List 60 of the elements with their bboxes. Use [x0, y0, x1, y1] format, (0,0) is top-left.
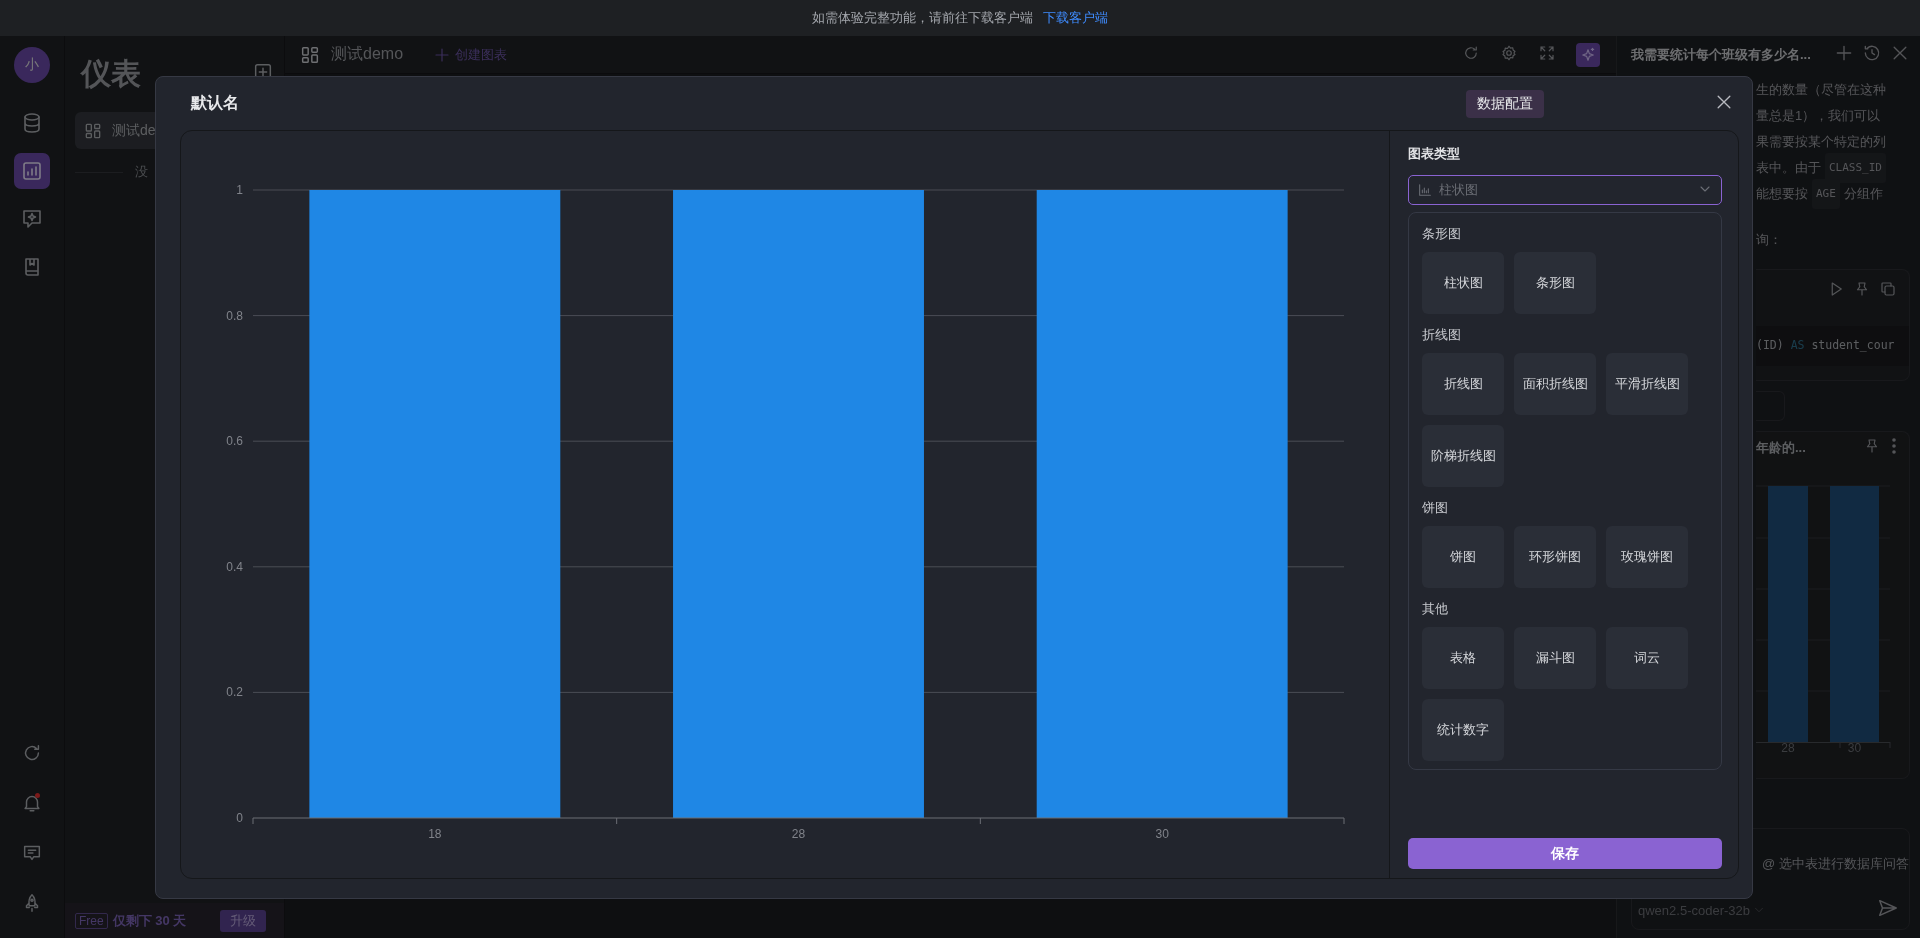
dashboard-name: 测试demo: [331, 44, 404, 64]
section-title: 图表类型: [1408, 145, 1461, 163]
chart-type-option[interactable]: 词云: [1606, 627, 1688, 689]
tab[interactable]: 数据配置: [1466, 89, 1544, 118]
empty-text: 没: [135, 163, 148, 181]
copy-icon[interactable]: [1879, 280, 1897, 298]
trial-remaining: 仅剩下 30 天: [112, 911, 187, 930]
y-tick-label: 1: [236, 183, 243, 197]
x-tick-label: 28: [791, 827, 806, 841]
banner-message: 如需体验完整功能，请前往下载客户端: [812, 9, 1033, 27]
group-label: 其他: [1422, 600, 1449, 618]
sparkle-icon: [1579, 45, 1597, 64]
save-button[interactable]: 保存: [1408, 838, 1722, 869]
chat-title: 我需要统计每个班级有多少名...: [1631, 45, 1812, 64]
y-tick-label: 0.4: [226, 559, 243, 574]
group-label: 饼图: [1422, 499, 1449, 517]
chart-type-option[interactable]: 条形图: [1514, 252, 1596, 314]
answer-text: 果需要按某个特定的列: [1756, 133, 1886, 151]
chart-type-option[interactable]: 统计数字: [1422, 699, 1504, 761]
chart-type-option[interactable]: 平滑折线图: [1606, 353, 1688, 415]
chart-type-option[interactable]: 环形饼图: [1514, 526, 1596, 588]
chart-title: 年龄的...: [1756, 439, 1807, 457]
answer-text: 分组作: [1843, 185, 1883, 203]
x-tick-label: 18: [428, 827, 442, 841]
bar-chart-icon: [20, 159, 44, 183]
y-tick-label: 0: [236, 811, 243, 825]
inline-code: CLASS_ID: [1825, 153, 1886, 183]
more-icon[interactable]: [1891, 437, 1897, 455]
chart-type-option[interactable]: 玫瑰饼图: [1606, 526, 1688, 588]
answer-text: 询：: [1756, 231, 1782, 249]
y-tick-label: 0.6: [226, 434, 243, 449]
chart-type-option[interactable]: 折线图: [1422, 353, 1504, 415]
y-tick-label: 0.8: [226, 308, 243, 323]
y-tick-label: 0.2: [226, 685, 243, 700]
chart-type-option[interactable]: 表格: [1422, 627, 1504, 689]
settings-icon[interactable]: [1500, 43, 1518, 62]
dialog-title: 默认名: [191, 93, 239, 113]
answer-text: 表中。由于: [1756, 159, 1821, 177]
chart-type-option[interactable]: 饼图: [1422, 526, 1504, 588]
group-label: 折线图: [1422, 326, 1462, 344]
send-icon[interactable]: [1877, 897, 1899, 919]
chart-type-option[interactable]: 阶梯折线图: [1422, 425, 1504, 487]
fullscreen-icon[interactable]: [1538, 43, 1556, 62]
answer-text: 量总是1），我们可以: [1756, 107, 1881, 125]
refresh-icon[interactable]: [1462, 43, 1480, 62]
bar-chart-icon: [1417, 182, 1433, 198]
chart-type-option[interactable]: 柱状图: [1422, 252, 1504, 314]
chart-type-option[interactable]: 面积折线图: [1514, 353, 1596, 415]
plan-badge: Free: [75, 912, 108, 929]
x-tick-label: 30: [1155, 827, 1169, 841]
page-title: 仪表: [81, 55, 141, 92]
answer-text: 能想要按: [1756, 185, 1808, 203]
answer-text: 生的数量（尽管在这种: [1756, 81, 1886, 99]
ai-chat-icon: [20, 207, 44, 231]
download-link[interactable]: 下载客户端: [1043, 9, 1108, 27]
assistant-button[interactable]: [1576, 42, 1600, 67]
chart-type-option[interactable]: 漏斗图: [1514, 627, 1596, 689]
inline-code: AGE: [1812, 179, 1840, 209]
group-label: 条形图: [1422, 225, 1462, 243]
nav-button[interactable]: [14, 153, 50, 189]
